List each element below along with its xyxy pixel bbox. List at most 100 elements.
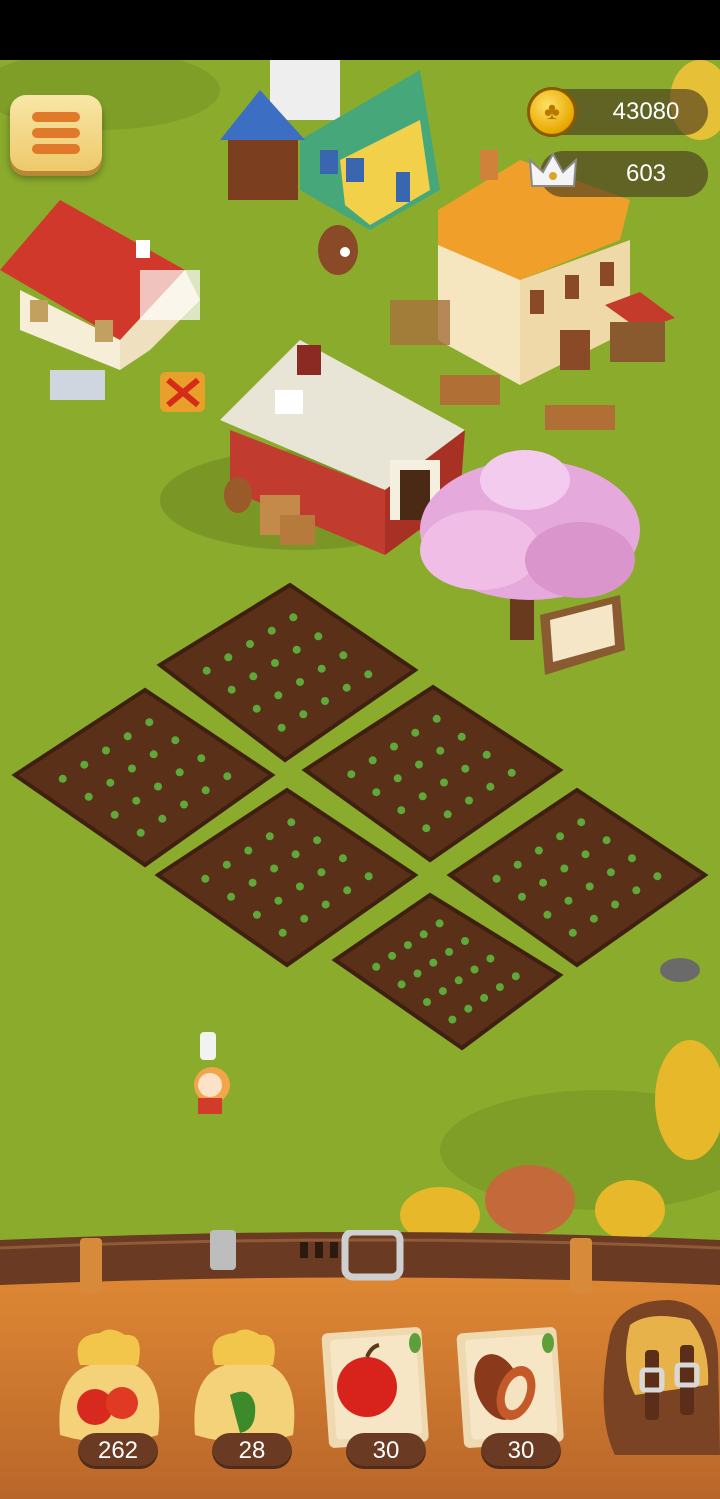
sprout [464,1004,473,1013]
sprout [653,872,662,881]
sprout [628,854,636,863]
sprout [292,645,301,654]
sprout [388,951,397,960]
sprout [342,683,351,692]
sprout [418,792,427,801]
sprout [267,626,276,635]
crown-icon [528,152,578,187]
sprout [321,697,329,705]
sprout [372,788,381,797]
sprout [300,914,309,923]
sprout [252,704,261,713]
sprout [296,678,304,686]
sprout [145,718,154,727]
sprout [577,818,586,827]
sprout [132,796,141,805]
sprout [80,760,89,769]
cocoa-seed-count: 30 [481,1433,561,1469]
sprout [364,872,373,881]
sprout [589,914,598,923]
sprout [486,782,495,791]
sprout [136,828,145,837]
locked-chest[interactable] [160,372,205,412]
sprout [291,850,300,859]
sprout [222,860,231,869]
sprout [534,846,543,855]
sprout [368,756,377,765]
sprout [432,714,441,723]
windmill-house[interactable] [220,60,440,230]
sprout [445,947,454,956]
sprout [249,672,258,681]
sprout [271,659,279,667]
sprout [443,810,452,819]
sprout [223,772,232,781]
sprout [321,900,330,909]
status-bar [0,0,720,60]
sprout [543,910,552,919]
sprout [149,750,158,759]
sprout [606,868,615,877]
sprout [295,882,304,891]
sprout [123,732,132,741]
sprout [429,958,438,967]
sprout [287,818,296,827]
sprout [227,685,236,694]
sprout [507,768,516,777]
sprout [317,868,326,877]
sprout [202,666,211,675]
sprout [423,998,431,1006]
sprout [482,750,491,759]
sprout [180,800,188,809]
sprout [158,814,167,823]
sprout [246,640,254,648]
sprout [289,613,298,622]
sprout [560,864,569,873]
sprout [465,796,473,805]
sprout [314,632,323,641]
sprout [440,778,448,787]
sprout [339,651,348,660]
sprout [110,810,119,819]
menu-button[interactable] [10,95,102,171]
sprout [372,962,381,971]
stump[interactable] [318,225,358,275]
sprout [470,965,479,974]
sprout [201,874,210,883]
sprout [390,742,398,751]
sprout [461,764,470,773]
sprout [343,886,352,895]
sprout [568,928,577,937]
sprout [270,864,279,873]
sprout [480,993,489,1002]
red-barn[interactable] [160,340,465,555]
rock [485,1165,575,1235]
sprout [274,896,283,905]
sprout [317,664,326,673]
farmer-character[interactable] [194,1032,230,1114]
sprout [518,892,526,901]
sprout [102,746,110,755]
sprout [278,928,287,937]
sprout [397,980,406,989]
sprout [248,878,257,887]
sprout [244,846,253,855]
sprout [495,983,504,992]
sprout [511,972,520,981]
sprout [265,832,274,841]
sprout [581,850,590,859]
sprout [492,874,501,883]
sprout [171,736,180,745]
sprout [299,710,308,719]
backpack-icon[interactable] [590,1295,720,1455]
sprout [556,832,565,841]
red-farmhouse[interactable] [0,200,200,400]
sprout [486,954,495,963]
notice-board[interactable] [540,595,625,675]
coin-value: 43080 [612,98,680,125]
sprout [415,760,423,769]
apple-seed-count: 30 [346,1433,426,1469]
sprout [457,732,466,741]
game-screen: 43080 603 [0,0,720,1499]
sprout [611,900,620,909]
